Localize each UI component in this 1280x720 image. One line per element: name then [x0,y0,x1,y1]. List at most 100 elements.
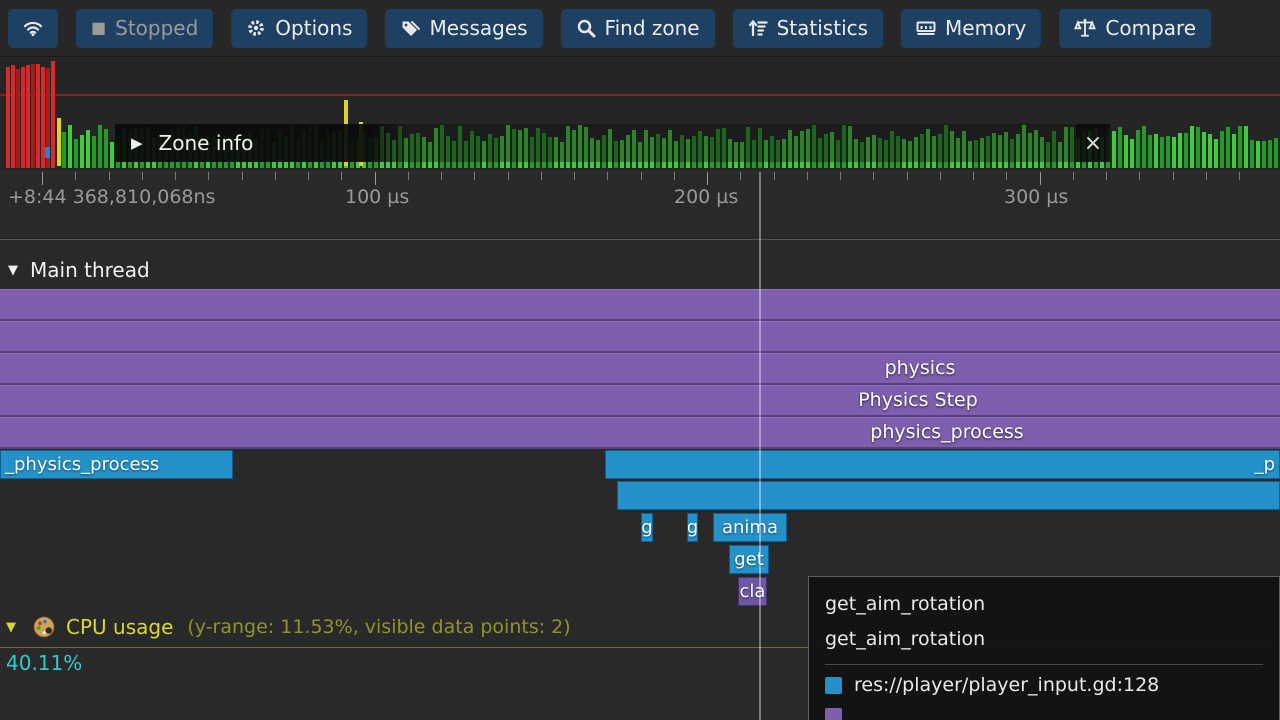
frame-bar [1208,134,1212,168]
frame-bar [1202,132,1206,168]
zone-small-g2[interactable]: g [687,513,698,542]
ruler-tick [1173,172,1174,180]
ruler-tick [474,172,475,180]
statistics-icon [748,18,768,38]
zone-stack-purple[interactable] [0,289,1280,449]
ruler-tick [641,172,642,180]
memory-icon [916,18,936,38]
zone-label: _physics_process [5,454,159,475]
frame-bar [1232,134,1236,168]
slow-frame-bar [6,67,10,168]
ruler-tick [508,172,509,180]
find-zone-button[interactable]: Find zone [561,9,715,48]
tick-label-300us: 300 µs [1004,186,1068,208]
cpu-usage-header[interactable]: ▼ CPU usage (y-range: 11.53%, visible da… [6,615,571,639]
main-thread-label: Main thread [30,258,150,282]
frame-bar [1226,127,1230,168]
frame-bar [1142,126,1146,168]
zone-get[interactable]: get [729,545,769,574]
slow-frame-bar [26,65,30,168]
find-zone-label: Find zone [605,16,700,40]
frame-bar [1124,135,1128,168]
zone-child-row2[interactable] [617,481,1280,510]
ruler-tick [75,172,76,180]
tooltip-source-path: res://player/player_input.gd:128 [854,674,1159,696]
zone-label: anima [722,517,778,538]
ruler-tick [408,172,409,180]
toolbar: ■ Stopped Options Messages Find zone [0,0,1280,57]
stopped-button[interactable]: ■ Stopped [76,9,213,48]
close-icon[interactable]: × [1076,124,1110,162]
zone-label: _p [1255,454,1275,475]
zone-color-swatch-blue [825,677,842,694]
zone-label-physics-step: Physics Step [858,389,978,411]
options-button[interactable]: Options [231,9,367,48]
main-thread-header[interactable]: ▼ Main thread [8,258,150,282]
zone-info-title: Zone info [159,131,254,155]
slow-frame-bars [6,58,60,168]
statistics-button[interactable]: Statistics [733,9,883,48]
ruler-tick [674,172,675,180]
ruler-tick [1106,172,1107,180]
frame-bar [1178,133,1182,168]
zone-small-g1[interactable]: g [641,513,653,542]
memory-label: Memory [945,16,1026,40]
frame-bar [1256,141,1260,168]
ruler-tick [242,172,243,180]
ruler-tick [940,172,941,180]
zone-cla[interactable]: cla [738,577,767,606]
ruler-tick [807,172,808,180]
ruler-tick [175,172,176,180]
compare-button[interactable]: Compare [1059,9,1211,48]
zone-physics-process-left[interactable]: _physics_process [0,450,233,479]
tooltip-zone-name: get_aim_rotation [825,587,1263,622]
time-ruler[interactable]: +8:44 368,810,068ns 100 µs 200 µs 300 µs [0,172,1280,218]
ruler-tick [1040,172,1041,185]
connection-button[interactable] [8,9,58,48]
collapse-triangle-icon: ▼ [6,620,16,635]
zone-info-window-titlebar[interactable]: ▶ Zone info × [115,124,1110,162]
compare-scales-icon [1074,17,1096,39]
zone-physics-process-right[interactable]: _p [605,450,1280,479]
zone-anima[interactable]: anima [713,513,787,542]
ruler-tick [341,172,342,180]
memory-button[interactable]: Memory [901,9,1041,48]
ruler-tick [441,172,442,180]
compare-label: Compare [1105,16,1196,40]
slow-frame-bar [51,61,55,168]
tooltip-separator [825,664,1263,665]
frame-bar [80,135,84,168]
frame-bar [1184,133,1188,168]
ruler-tick [109,172,110,180]
slow-frame-bar [21,67,25,168]
ruler-tick [1006,172,1007,180]
frame-bar [1190,126,1194,168]
search-icon [576,18,596,38]
frame-bar [1214,139,1218,168]
frame-bar [1250,140,1254,168]
frame-time-graph[interactable]: ▶ Zone info × [0,58,1280,170]
ruler-tick [840,172,841,180]
ruler-tick [740,172,741,180]
frame-bar [1244,126,1248,168]
slow-frame-bar [36,64,40,168]
ruler-tick [142,172,143,180]
messages-button[interactable]: Messages [385,9,542,48]
frame-bar [1136,130,1140,168]
frame-bar [1118,127,1122,168]
ruler-tick [607,172,608,180]
profiler-window: ■ Stopped Options Messages Find zone [0,0,1280,720]
frame-bar [68,125,72,168]
ruler-tick [541,172,542,180]
ruler-tick [1073,172,1074,180]
ruler-tick [973,172,974,180]
ruler-tick [774,172,775,180]
cpu-usage-title: CPU usage [66,615,173,639]
options-label: Options [275,16,352,40]
frame-bar [110,142,114,168]
frame-bar [1196,127,1200,168]
ruler-tick [1139,172,1140,180]
frame-bar [104,129,108,168]
zone-label: g [641,517,652,538]
zone-label: cla [740,581,766,602]
